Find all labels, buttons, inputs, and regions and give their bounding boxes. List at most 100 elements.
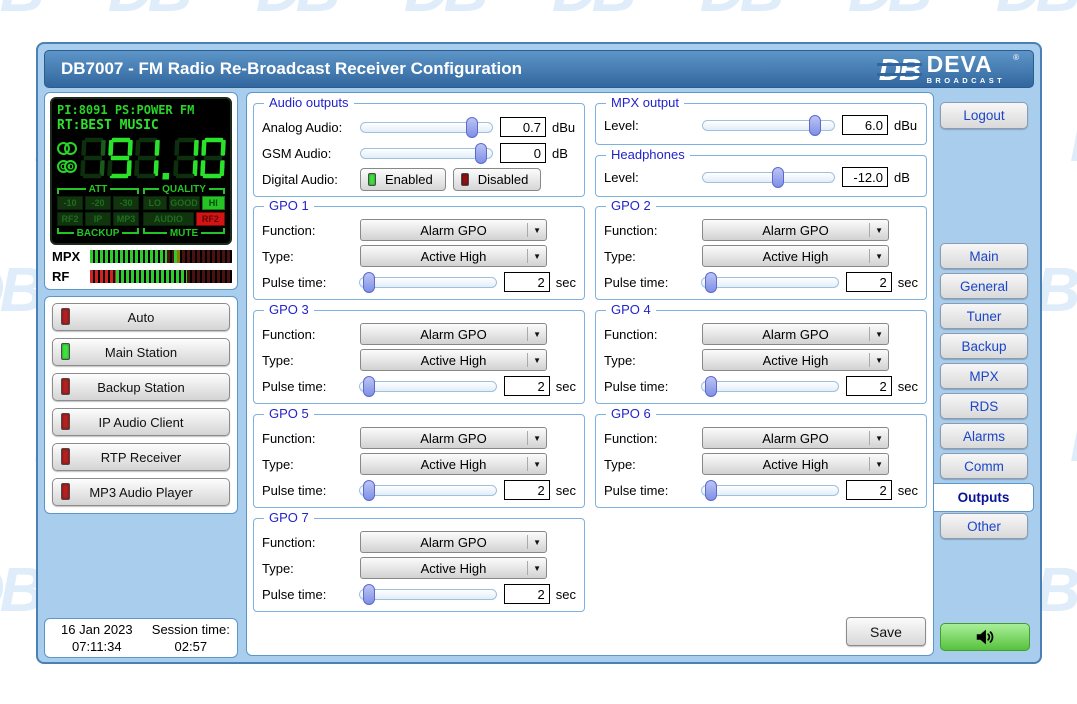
gpo-function-select[interactable]: Alarm GPO ▼ [360, 531, 547, 553]
lcd-ps-value: POWER FM [137, 103, 195, 117]
slider-thumb[interactable] [363, 480, 375, 501]
chevron-down-icon: ▼ [527, 249, 541, 263]
logout-button[interactable]: Logout [940, 102, 1028, 129]
nav-tab-outputs[interactable]: Outputs [934, 483, 1034, 512]
gpo-function-value: Alarm GPO [420, 327, 486, 342]
gsm-audio-label: GSM Audio: [262, 146, 360, 161]
slider-thumb[interactable] [705, 272, 717, 293]
red-led [61, 483, 70, 500]
digital-audio-enabled-button[interactable]: Enabled [360, 168, 446, 191]
source-button-ip-audio-client[interactable]: IP Audio Client [52, 408, 230, 436]
gpo-pulse-value[interactable]: 2 [846, 376, 892, 396]
nav-tab-main[interactable]: Main [940, 243, 1028, 269]
watermark-glyph: DB [404, 0, 484, 26]
source-button-mp3-audio-player[interactable]: MP3 Audio Player [52, 478, 230, 506]
analog-audio-unit: dBu [552, 120, 575, 135]
gpo-type-select[interactable]: Active High ▼ [702, 245, 889, 267]
slider-thumb[interactable] [363, 584, 375, 605]
gpo-type-select[interactable]: Active High ▼ [702, 453, 889, 475]
slider-thumb[interactable] [363, 376, 375, 397]
gpo-function-select[interactable]: Alarm GPO ▼ [360, 427, 547, 449]
mpx-level-slider[interactable] [702, 120, 835, 131]
gpo-fieldset: GPO 2 Function: Alarm GPO ▼ Type: Active… [595, 206, 927, 300]
gpo-type-select[interactable]: Active High ▼ [360, 245, 547, 267]
enabled-label: Enabled [385, 172, 433, 187]
nav-tab-backup[interactable]: Backup [940, 333, 1028, 359]
headphones-level-value[interactable]: -12.0 [842, 167, 888, 187]
gpo-function-select[interactable]: Alarm GPO ▼ [702, 427, 889, 449]
save-button[interactable]: Save [846, 617, 926, 646]
gpo-function-label: Function: [262, 431, 360, 446]
analog-audio-slider[interactable] [360, 122, 493, 133]
gpo-pulse-value[interactable]: 2 [504, 376, 550, 396]
gpo-function-select[interactable]: Alarm GPO ▼ [702, 323, 889, 345]
headphones-level-label: Level: [604, 170, 702, 185]
nav-tab-tuner[interactable]: Tuner [940, 303, 1028, 329]
registered-mark: ® [1013, 53, 1019, 62]
lcd-pi-ps-line: PI:8091 PS:POWER FM [57, 103, 225, 117]
slider-thumb[interactable] [772, 167, 784, 188]
nav-tab-comm[interactable]: Comm [940, 453, 1028, 479]
gsm-audio-slider[interactable] [360, 148, 493, 159]
gpo-pulse-label: Pulse time: [604, 379, 701, 394]
gpo-type-value: Active High [763, 457, 829, 472]
nav-tab-general[interactable]: General [940, 273, 1028, 299]
gpo-pulse-slider[interactable] [701, 381, 839, 392]
gpo-pulse-slider[interactable] [701, 277, 839, 288]
gpo-pulse-value[interactable]: 2 [846, 480, 892, 500]
gpo-function-label: Function: [604, 223, 702, 238]
nav-tab-rds[interactable]: RDS [940, 393, 1028, 419]
analog-audio-value[interactable]: 0.7 [500, 117, 546, 137]
gsm-audio-value[interactable]: 0 [500, 143, 546, 163]
slider-thumb[interactable] [363, 272, 375, 293]
source-button-auto[interactable]: Auto [52, 303, 230, 331]
gpo-function-label: Function: [604, 431, 702, 446]
headphones-level-slider[interactable] [702, 172, 835, 183]
main-content-panel: Audio outputs Analog Audio: 0.7 dBu GSM … [246, 92, 934, 656]
gpo-type-value: Active High [421, 457, 487, 472]
gpo-pulse-value[interactable]: 2 [846, 272, 892, 292]
gpo-pulse-slider[interactable] [359, 277, 497, 288]
gpo-type-select[interactable]: Active High ▼ [702, 349, 889, 371]
nav-tab-other[interactable]: Other [940, 513, 1028, 539]
source-button-main-station[interactable]: Main Station [52, 338, 230, 366]
slider-thumb[interactable] [475, 143, 487, 164]
slider-thumb[interactable] [466, 117, 478, 138]
speaker-icon [974, 626, 996, 648]
gpo-function-value: Alarm GPO [420, 431, 486, 446]
meter-segment [116, 270, 187, 283]
digital-audio-disabled-button[interactable]: Disabled [453, 168, 542, 191]
gpo-function-select[interactable]: Alarm GPO ▼ [360, 219, 547, 241]
red-led [61, 378, 70, 395]
gpo-pulse-slider[interactable] [359, 485, 497, 496]
gpo-pulse-slider[interactable] [359, 381, 497, 392]
gpo-pulse-value[interactable]: 2 [504, 584, 550, 604]
gpo-pulse-value[interactable]: 2 [504, 480, 550, 500]
gpo-pulse-value[interactable]: 2 [504, 272, 550, 292]
watermark-glyph: DB [0, 555, 40, 626]
gpo-type-label: Type: [262, 249, 360, 264]
lcd-group-label: MUTE [143, 228, 225, 238]
gpo-type-select[interactable]: Active High ▼ [360, 557, 547, 579]
slider-thumb[interactable] [705, 376, 717, 397]
gpo-pulse-slider[interactable] [701, 485, 839, 496]
gpo-type-select[interactable]: Active High ▼ [360, 349, 547, 371]
green-led [61, 343, 70, 360]
watermark-glyph: DB [996, 0, 1076, 26]
nav-tab-alarms[interactable]: Alarms [940, 423, 1028, 449]
gpo-type-value: Active High [421, 249, 487, 264]
audio-monitor-button[interactable] [940, 623, 1030, 651]
source-button-rtp-receiver[interactable]: RTP Receiver [52, 443, 230, 471]
chevron-down-icon: ▼ [527, 535, 541, 549]
gpo-function-select[interactable]: Alarm GPO ▼ [360, 323, 547, 345]
nav-tab-mpx[interactable]: MPX [940, 363, 1028, 389]
slider-thumb[interactable] [705, 480, 717, 501]
source-button-backup-station[interactable]: Backup Station [52, 373, 230, 401]
gpo-function-select[interactable]: Alarm GPO ▼ [702, 219, 889, 241]
gpo-pulse-slider[interactable] [359, 589, 497, 600]
slider-thumb[interactable] [809, 115, 821, 136]
gpo-type-select[interactable]: Active High ▼ [360, 453, 547, 475]
mpx-level-value[interactable]: 6.0 [842, 115, 888, 135]
watermark-glyph: DB [1070, 405, 1077, 476]
lcd-ps-label: PS: [115, 103, 137, 117]
